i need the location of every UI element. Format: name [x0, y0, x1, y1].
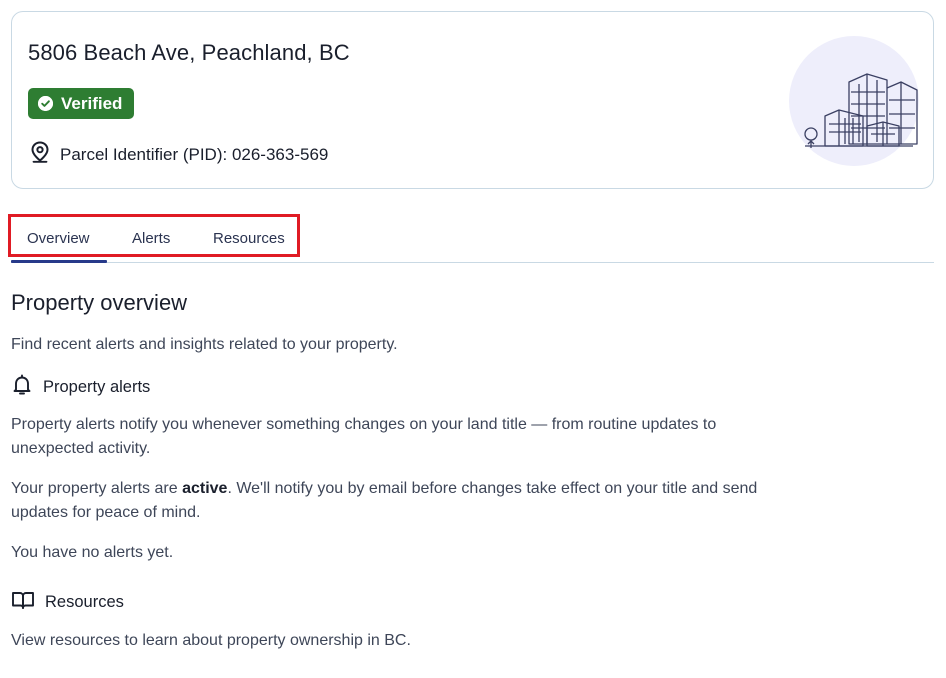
- verified-badge: Verified: [28, 88, 135, 119]
- building-illustration: [789, 36, 919, 166]
- tab-overview[interactable]: Overview: [27, 230, 90, 247]
- property-card: 5806 Beach Ave, Peachland, BC Verified P…: [11, 11, 934, 189]
- pid-label: Parcel Identifier (PID): 026-363-569: [60, 144, 329, 164]
- tab-resources[interactable]: Resources: [213, 230, 285, 247]
- resources-description: View resources to learn about property o…: [11, 632, 411, 649]
- open-book-icon: [11, 590, 35, 615]
- bell-icon: [11, 374, 33, 401]
- check-circle-icon: [38, 96, 53, 111]
- property-alerts-label: Property alerts: [43, 378, 151, 396]
- alerts-description: Property alerts notify you whenever some…: [11, 416, 717, 457]
- verified-label: Verified: [61, 93, 123, 113]
- tab-alerts[interactable]: Alerts: [132, 230, 170, 247]
- resources-heading: Resources: [11, 590, 124, 615]
- no-alerts-text: You have no alerts yet.: [11, 544, 174, 561]
- active-tab-indicator: [11, 260, 107, 263]
- section-title: Property overview: [11, 290, 188, 315]
- map-pin-icon: [30, 141, 50, 168]
- alerts-status-value: active: [182, 480, 228, 497]
- resources-label: Resources: [45, 593, 124, 611]
- parcel-identifier: Parcel Identifier (PID): 026-363-569: [30, 141, 328, 168]
- tabs-divider: [11, 262, 934, 263]
- alerts-status-text: Your property alerts are active. We'll n…: [11, 477, 801, 525]
- property-alerts-heading: Property alerts: [11, 374, 150, 401]
- property-address: 5806 Beach Ave, Peachland, BC: [28, 40, 350, 65]
- overview-intro: Find recent alerts and insights related …: [11, 336, 398, 353]
- alerts-status-prefix: Your property alerts are: [11, 480, 183, 497]
